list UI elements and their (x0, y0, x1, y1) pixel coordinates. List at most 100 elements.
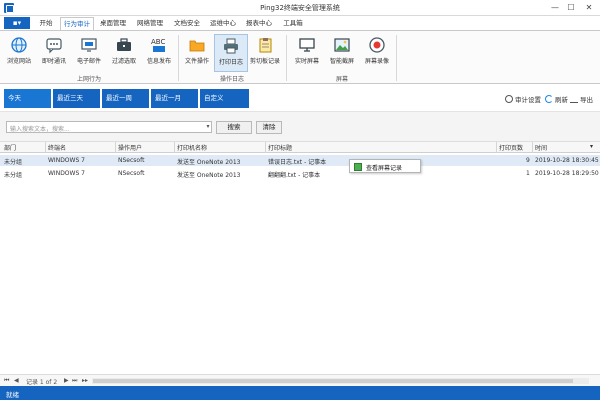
cell-user: NSecsoft (118, 157, 145, 164)
sort-indicator-icon: ▾ (590, 143, 594, 150)
time-tab-today[interactable]: 今天 (4, 89, 52, 108)
column-divider (45, 142, 46, 153)
browse-web-label: 浏览网站 (6, 58, 31, 65)
first-page-button[interactable]: ⏮ (4, 377, 9, 385)
group-divider (178, 35, 179, 81)
tab-report-center[interactable]: 报表中心 (242, 17, 276, 30)
instant-messaging-button[interactable]: 即时通讯 (37, 34, 71, 72)
file-operation-label: 文件操作 (184, 58, 209, 65)
clipboard-record-button[interactable]: 剪切板记录 (248, 34, 282, 72)
tab-network-management[interactable]: 网络管理 (132, 17, 168, 30)
filter-select-button[interactable]: 过滤选取 (107, 34, 141, 72)
search-button[interactable]: 搜索 (216, 121, 252, 134)
context-menu-view-screen-records[interactable]: 查看屏幕记录 (366, 163, 402, 172)
instant-messaging-label: 即时通讯 (41, 58, 66, 65)
tab-toolbox[interactable]: 工具箱 (278, 17, 308, 30)
email-label: 电子邮件 (76, 58, 101, 65)
tab-operations-center[interactable]: 运维中心 (206, 17, 240, 30)
realtime-screen-button[interactable]: 实时屏幕 (290, 34, 324, 72)
tab-start[interactable]: 开始 (34, 17, 58, 30)
ribbon-tab-bar: ▪▾ 开始 行为审计 桌面管理 网络管理 文档安全 运维中心 报表中心 工具箱 (0, 16, 600, 30)
last-page-button[interactable]: ⏭ (72, 377, 77, 385)
table-header: 部门 终端名 操作用户 打印机名称 打印标题 打印页数 时间 ▾ (0, 142, 600, 153)
cell-department: 未分组 (4, 159, 23, 166)
screen-recording-button[interactable]: 屏幕录像 (360, 34, 394, 72)
smart-screenshot-button[interactable]: 智能截屏 (325, 34, 359, 72)
scrollbar-thumb[interactable] (93, 379, 573, 383)
table-row[interactable]: 未分组 WINDOWS 7 NSecsoft 发送至 OneNote 2013 … (0, 168, 600, 179)
next-page-button[interactable]: ▶ (64, 377, 69, 384)
chevron-down-icon[interactable]: ▾ (204, 122, 212, 132)
column-header-printer[interactable]: 打印机名称 (177, 143, 207, 152)
print-log-label: 打印日志 (218, 59, 243, 66)
screen-record-icon (354, 163, 362, 171)
browse-web-button[interactable]: 浏览网站 (2, 34, 36, 72)
column-header-department[interactable]: 部门 (4, 143, 16, 152)
svg-text:ABC: ABC (151, 38, 165, 46)
minimize-button[interactable]: — (548, 2, 562, 14)
cell-time: 2019-10-28 18:30:45 (535, 157, 599, 164)
time-tab-custom[interactable]: 自定义 (200, 89, 250, 108)
refresh-icon (545, 95, 553, 103)
group-divider (286, 35, 287, 81)
column-header-terminal[interactable]: 终端名 (48, 143, 66, 152)
ribbon-panel: 浏览网站 即时通讯 电子邮件 过滤选取 ABC 信息发布 上网行为 文件操作 打… (0, 30, 600, 84)
close-button[interactable]: ✕ (582, 2, 596, 14)
column-header-user[interactable]: 操作用户 (118, 143, 142, 152)
cell-pages: 9 (526, 157, 530, 164)
info-publish-button[interactable]: ABC 信息发布 (142, 34, 176, 72)
email-button[interactable]: 电子邮件 (72, 34, 106, 72)
column-header-time[interactable]: 时间 (535, 143, 547, 152)
folder-icon (189, 40, 205, 52)
export-button[interactable]: 导出 (570, 94, 593, 104)
file-operation-button[interactable]: 文件操作 (180, 34, 214, 72)
column-divider (532, 142, 533, 153)
group-divider (396, 35, 397, 81)
settings-icon (505, 95, 513, 103)
pager-bar: ⏮ ◀ 记录 1 of 2 ▶ ⏭ ▸▸ (0, 374, 600, 386)
tab-behavior-audit[interactable]: 行为审计 (60, 17, 94, 30)
cell-user: NSecsoft (118, 170, 145, 177)
group-label-operation-log: 操作日志 (219, 76, 244, 83)
export-icon (570, 95, 578, 103)
tab-desktop-management[interactable]: 桌面管理 (96, 17, 130, 30)
column-header-pages[interactable]: 打印页数 (499, 143, 523, 152)
cell-printer: 发送至 OneNote 2013 (177, 159, 241, 166)
abc-text-icon: ABC (151, 38, 165, 52)
column-divider (174, 142, 175, 153)
horizontal-scrollbar[interactable] (92, 378, 589, 384)
window-title: Ping32终端安全管理系统 (260, 4, 340, 12)
print-log-table: 部门 终端名 操作用户 打印机名称 打印标题 打印页数 时间 ▾ 未分组 WIN… (0, 142, 600, 374)
maximize-button[interactable]: ☐ (564, 2, 578, 14)
file-menu-button[interactable]: ▪▾ (4, 17, 30, 29)
clear-button[interactable]: 清除 (256, 121, 282, 134)
refresh-button[interactable]: 刷新 (545, 94, 568, 104)
title-bar: Ping32终端安全管理系统 — ☐ ✕ (0, 0, 600, 16)
time-tab-last-month[interactable]: 最近一月 (151, 89, 199, 108)
cell-terminal: WINDOWS 7 (48, 157, 85, 164)
column-divider (496, 142, 497, 153)
screen-recording-label: 屏幕录像 (364, 58, 389, 65)
tab-document-security[interactable]: 文档安全 (170, 17, 204, 30)
audit-settings-label: 审计设置 (515, 96, 541, 104)
record-icon (369, 37, 385, 53)
time-tab-last-3-days[interactable]: 最近三天 (53, 89, 101, 108)
prev-page-button[interactable]: ◀ (14, 377, 19, 384)
table-row[interactable]: 未分组 WINDOWS 7 NSecsoft 发送至 OneNote 2013 … (0, 155, 600, 166)
cell-printer: 发送至 OneNote 2013 (177, 172, 241, 179)
more-pages-button[interactable]: ▸▸ (82, 377, 88, 384)
clipboard-icon (259, 38, 272, 53)
cell-print-title: 错误日志.txt - 记事本 (268, 159, 327, 166)
print-log-button[interactable]: 打印日志 (214, 34, 248, 72)
time-tab-last-week[interactable]: 最近一周 (102, 89, 150, 108)
search-input[interactable]: 输入搜索文本，搜索... (6, 121, 212, 133)
refresh-label: 刷新 (555, 96, 568, 104)
realtime-screen-label: 实时屏幕 (294, 58, 319, 65)
info-publish-label: 信息发布 (146, 58, 171, 65)
record-counter: 记录 1 of 2 (26, 379, 58, 386)
audit-settings-button[interactable]: 审计设置 (505, 94, 541, 104)
status-text: 就绪 (6, 391, 19, 399)
cell-pages: 1 (526, 170, 530, 177)
column-header-print-title[interactable]: 打印标题 (268, 143, 292, 152)
monitor-icon (299, 38, 315, 52)
